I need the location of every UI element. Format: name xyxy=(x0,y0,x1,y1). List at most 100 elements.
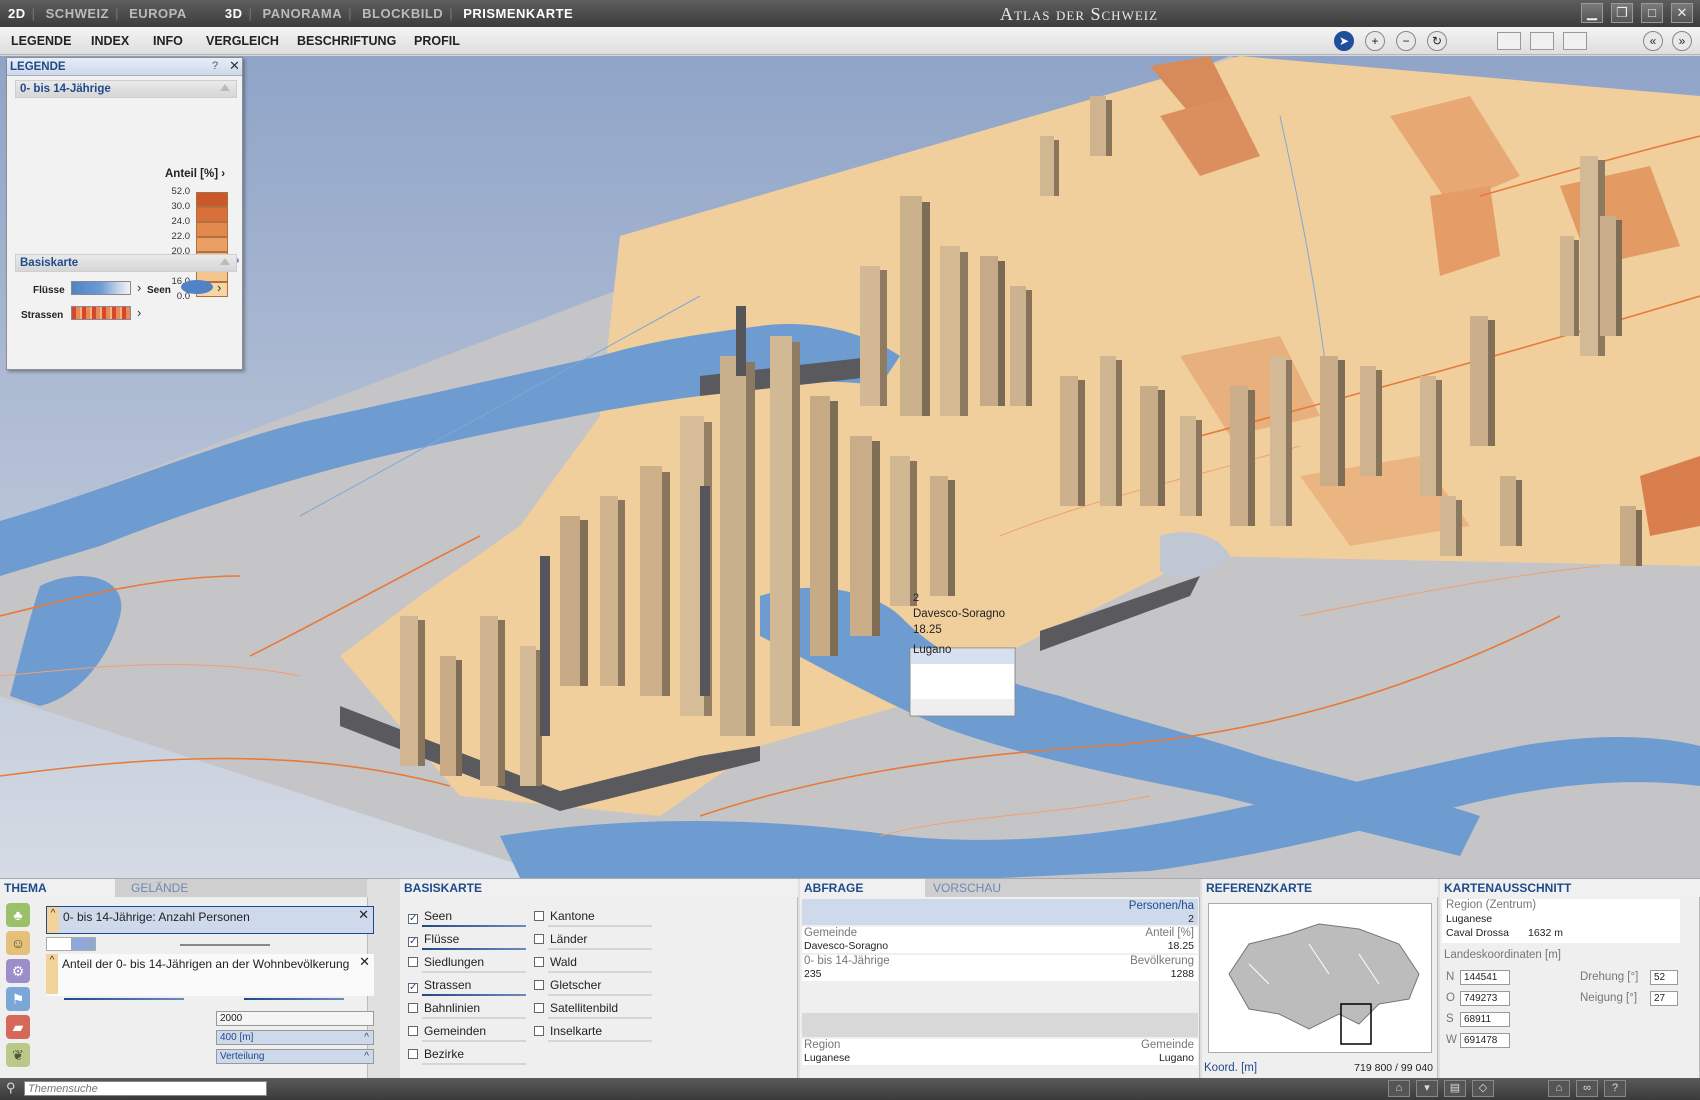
checkbox-icon[interactable] xyxy=(534,957,544,967)
year-field[interactable]: 2000 xyxy=(216,1011,374,1026)
rotate-icon[interactable]: ↻ xyxy=(1427,31,1447,51)
prism-map-canvas[interactable] xyxy=(0,56,1700,878)
home-icon[interactable]: ⌂ xyxy=(1548,1080,1570,1097)
close-icon[interactable]: ✕ xyxy=(1671,3,1693,23)
menu-index[interactable]: INDEX xyxy=(91,34,129,48)
shape-toggle[interactable] xyxy=(46,937,96,951)
mode-2d-label[interactable]: 2D xyxy=(8,6,26,21)
checkbox-icon[interactable] xyxy=(534,980,544,990)
checkbox-icon[interactable] xyxy=(534,934,544,944)
menu-profil[interactable]: PROFIL xyxy=(414,34,460,48)
reference-map-canvas[interactable] xyxy=(1209,904,1433,1054)
bookmark-icon[interactable]: ▾ xyxy=(1416,1080,1438,1097)
mode-europa[interactable]: EUROPA xyxy=(129,6,187,21)
layout-close-icon[interactable] xyxy=(1563,32,1587,50)
chevron-up-icon[interactable]: ^ xyxy=(364,1031,369,1044)
checkbox-icon[interactable] xyxy=(534,1003,544,1013)
n-field[interactable]: 144541 xyxy=(1460,970,1510,985)
menu-beschriftung[interactable]: BESCHRIFTUNG xyxy=(297,34,396,48)
help-icon[interactable]: ? xyxy=(212,60,218,72)
checkbox-icon[interactable] xyxy=(534,1026,544,1036)
layer-checkbox-länder[interactable]: Länder xyxy=(534,932,652,950)
close-icon[interactable]: ✕ xyxy=(359,954,370,970)
close-icon[interactable]: ✕ xyxy=(229,58,240,74)
help-icon[interactable]: ? xyxy=(1604,1080,1626,1097)
layer-checkbox-strassen[interactable]: ✓ Strassen xyxy=(408,978,526,996)
tab-kartenausschnitt[interactable]: KARTENAUSSCHNITT xyxy=(1440,879,1700,897)
folder-icon[interactable]: ⌂ xyxy=(1388,1080,1410,1097)
pointer-icon[interactable]: ➤ xyxy=(1334,31,1354,51)
menu-info[interactable]: INFO xyxy=(153,34,183,48)
layer-opacity-bar[interactable] xyxy=(548,1017,652,1019)
legend-panel[interactable]: LEGENDE ? ✕ 0- bis 14-Jährige Anteil [%]… xyxy=(6,57,243,370)
layer-opacity-bar[interactable] xyxy=(548,948,652,950)
grid-select[interactable]: 400 [m] ^ xyxy=(216,1030,374,1045)
menu-vergleich[interactable]: VERGLEICH xyxy=(206,34,279,48)
back-icon[interactable]: « xyxy=(1643,31,1663,51)
checkbox-icon[interactable] xyxy=(408,1003,418,1013)
chevron-right-icon[interactable]: › xyxy=(137,280,141,295)
legend-base-section[interactable]: Basiskarte xyxy=(15,254,237,272)
tab-abfrage[interactable]: ABFRAGE xyxy=(800,879,925,897)
economy-icon[interactable]: ⚙ xyxy=(6,959,30,983)
tree-icon[interactable]: ♣ xyxy=(6,903,30,927)
minimize-icon[interactable]: ▁ xyxy=(1581,3,1603,23)
layer-opacity-bar[interactable] xyxy=(422,1040,526,1042)
checkbox-icon[interactable] xyxy=(534,911,544,921)
layer-opacity-bar[interactable] xyxy=(548,1040,652,1042)
reference-map[interactable] xyxy=(1208,903,1432,1053)
layer-checkbox-inselkarte[interactable]: Inselkarte xyxy=(534,1024,652,1042)
chevron-up-icon[interactable]: ^ xyxy=(47,907,59,933)
restore-icon[interactable]: ❐ xyxy=(1611,3,1633,23)
checkbox-icon[interactable] xyxy=(408,957,418,967)
layer-checkbox-satellitenbild[interactable]: Satellitenbild xyxy=(534,1001,652,1019)
layer-checkbox-gemeinden[interactable]: Gemeinden xyxy=(408,1024,526,1042)
chevron-up-icon[interactable]: ^ xyxy=(46,954,58,994)
layer-checkbox-siedlungen[interactable]: Siedlungen xyxy=(408,955,526,973)
layer-opacity-bar[interactable] xyxy=(548,971,652,973)
mode-prismenkarte[interactable]: PRISMENKARTE xyxy=(463,6,573,21)
leaf-icon[interactable]: ❦ xyxy=(6,1043,30,1067)
checkbox-checked-icon[interactable]: ✓ xyxy=(408,914,418,924)
layer-opacity-bar[interactable] xyxy=(422,1017,526,1019)
close-icon[interactable]: ✕ xyxy=(358,907,369,923)
layer-checkbox-gletscher[interactable]: Gletscher xyxy=(534,978,652,996)
legend-theme-section[interactable]: 0- bis 14-Jährige xyxy=(15,80,237,98)
layer1-row[interactable]: ^ 0- bis 14-Jährige: Anzahl Personen ✕ xyxy=(46,906,374,934)
layer-checkbox-bezirke[interactable]: Bezirke xyxy=(408,1047,526,1065)
layer2-slider-b[interactable] xyxy=(244,998,344,1000)
prism-mode-icon[interactable] xyxy=(71,938,95,950)
collapse-icon[interactable] xyxy=(220,258,230,265)
tab-vorschau[interactable]: VORSCHAU xyxy=(925,879,1200,897)
link-icon[interactable]: ∞ xyxy=(1576,1080,1598,1097)
layer2-slider-a[interactable] xyxy=(64,998,184,1000)
layer-opacity-bar[interactable] xyxy=(548,994,652,996)
layout-horizontal-icon[interactable] xyxy=(1497,32,1521,50)
mode-select[interactable]: Verteilung ^ xyxy=(216,1049,374,1064)
s-field[interactable]: 68911 xyxy=(1460,1012,1510,1027)
layer-opacity-bar[interactable] xyxy=(422,994,526,996)
transport-icon[interactable]: ▰ xyxy=(6,1015,30,1039)
layer-opacity-bar[interactable] xyxy=(548,925,652,927)
layer-checkbox-bahnlinien[interactable]: Bahnlinien xyxy=(408,1001,526,1019)
layer2-row[interactable]: ^ Anteil der 0- bis 14-Jährigen an der W… xyxy=(46,954,374,996)
tab-gelaende[interactable]: GELÄNDE xyxy=(115,879,367,897)
layer-checkbox-kantone[interactable]: Kantone xyxy=(534,909,652,927)
tab-thema[interactable]: THEMA xyxy=(0,879,115,897)
menu-legende[interactable]: LEGENDE xyxy=(11,34,71,48)
layer-opacity-bar[interactable] xyxy=(422,1063,526,1065)
chevron-up-icon[interactable]: ^ xyxy=(364,1050,369,1063)
layer-opacity-bar[interactable] xyxy=(422,925,526,927)
layer-checkbox-flüsse[interactable]: ✓ Flüsse xyxy=(408,932,526,950)
export-icon[interactable]: ◇ xyxy=(1472,1080,1494,1097)
tab-referenzkarte[interactable]: REFERENZKARTE xyxy=(1202,879,1438,897)
layer-checkbox-seen[interactable]: ✓ Seen xyxy=(408,909,526,927)
layer-opacity-bar[interactable] xyxy=(422,948,526,950)
checkbox-checked-icon[interactable]: ✓ xyxy=(408,937,418,947)
maximize-icon[interactable]: □ xyxy=(1641,3,1663,23)
population-icon[interactable]: ☺ xyxy=(6,931,30,955)
checkbox-icon[interactable] xyxy=(408,1049,418,1059)
collapse-icon[interactable] xyxy=(220,84,230,91)
zoom-out-icon[interactable]: − xyxy=(1396,31,1416,51)
checkbox-checked-icon[interactable]: ✓ xyxy=(408,983,418,993)
